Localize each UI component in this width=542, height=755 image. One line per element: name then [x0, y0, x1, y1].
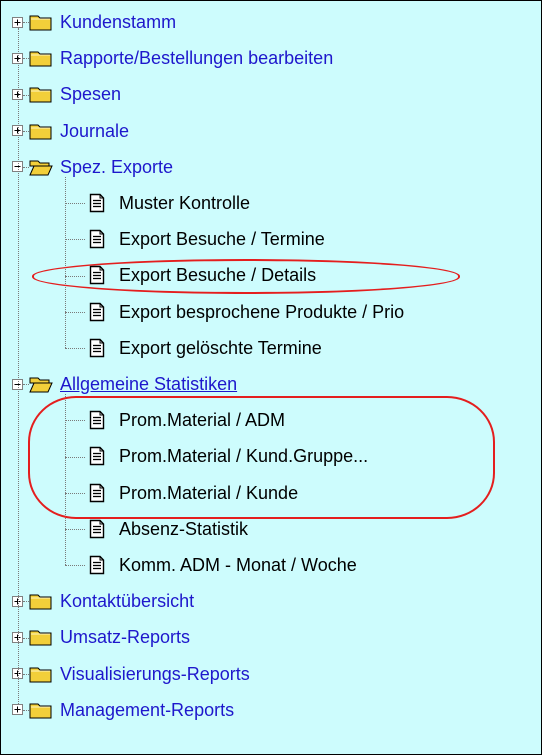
tree-connector-line — [65, 203, 85, 205]
tree-connector-line — [65, 347, 85, 349]
tree-connector-line — [65, 275, 85, 277]
tree-item-label: Prom.Material / Kund.Gruppe... — [119, 446, 369, 467]
document-icon — [89, 229, 105, 249]
plus-box-icon[interactable] — [12, 704, 23, 716]
tree-item-allgemeine-statistiken[interactable]: Allgemeine Statistiken — [12, 366, 237, 402]
tree-item-prom-adm[interactable]: Prom.Material / ADM — [89, 402, 285, 438]
document-icon — [89, 338, 105, 357]
folder-icon — [29, 87, 52, 103]
tree-item-muster-kontrolle[interactable]: Muster Kontrolle — [89, 185, 250, 221]
tree-item-label: Export Besuche / Details — [119, 265, 317, 286]
tree-item-export-geloeschte[interactable]: Export gelöschte Termine — [89, 330, 322, 366]
folder-icon — [29, 124, 52, 140]
folder-icon — [29, 594, 52, 610]
tree-item-label: Export besprochene Produkte / Prio — [119, 301, 405, 322]
tree-item-label: Komm. ADM - Monat / Woche — [119, 555, 357, 575]
document-icon — [89, 555, 105, 575]
folder-icon — [29, 51, 52, 67]
tree-item-umsatz[interactable]: Umsatz-Reports — [12, 619, 190, 655]
tree-connector-line — [23, 166, 29, 168]
tree-item-label: Rapporte/Bestellungen bearbeiten — [60, 48, 334, 69]
tree-item-export-besuche-termine[interactable]: Export Besuche / Termine — [89, 221, 325, 257]
tree-item-label: Journale — [60, 120, 130, 141]
tree-item-label: Kontaktübersicht — [60, 591, 195, 612]
document-icon — [89, 302, 105, 321]
tree-item-kundenstamm[interactable]: Kundenstamm — [12, 4, 176, 40]
tree-item-label: Spesen — [60, 84, 122, 105]
tree-item-komm-adm[interactable]: Komm. ADM - Monat / Woche — [89, 547, 357, 583]
tree-connector-line — [23, 22, 29, 24]
tree-item-label: Visualisierungs-Reports — [60, 663, 250, 684]
tree-item-label: Muster Kontrolle — [119, 193, 251, 213]
document-icon — [89, 266, 105, 285]
document-icon — [89, 483, 105, 502]
tree-item-label: Absenz-Statistik — [119, 518, 249, 539]
tree-connector-line — [65, 528, 85, 530]
tree-item-label: Umsatz-Reports — [60, 627, 191, 648]
folder-icon — [29, 703, 52, 719]
plus-box-icon[interactable] — [12, 16, 23, 28]
folder-open-icon — [29, 377, 53, 393]
tree-connector-line — [23, 673, 29, 675]
tree-item-rapporte[interactable]: Rapporte/Bestellungen bearbeiten — [12, 40, 333, 76]
document-icon — [89, 410, 105, 430]
tree-connector-line — [23, 601, 29, 603]
folder-icon — [29, 630, 52, 646]
tree-connector-line — [23, 384, 29, 386]
document-icon — [89, 519, 105, 538]
tree-item-label: Spez. Exporte — [60, 156, 174, 177]
tree-item-label: Export Besuche / Termine — [119, 229, 325, 250]
tree-item-label: Kundenstamm — [60, 12, 177, 32]
tree-item-journale[interactable]: Journale — [12, 113, 129, 149]
report-tree: Kundenstamm Rapporte/Bestellungen bearbei… — [1, 1, 541, 754]
tree-connector-line — [23, 637, 29, 639]
tree-connector-line — [23, 58, 29, 60]
tree-item-export-besuche-details[interactable]: Export Besuche / Details — [89, 257, 316, 293]
folder-open-icon — [29, 160, 53, 176]
tree-item-label: Allgemeine Statistiken — [60, 374, 238, 394]
tree-connector-line — [23, 94, 29, 96]
tree-connector-line — [65, 176, 66, 348]
tree-item-label: Export gelöschte Termine — [119, 337, 322, 358]
tree-panel: Kundenstamm Rapporte/Bestellungen bearbei… — [0, 0, 542, 755]
document-icon — [89, 193, 105, 213]
tree-connector-line — [23, 130, 29, 132]
tree-connector-line — [65, 492, 85, 494]
tree-item-spez-exporte[interactable]: Spez. Exporte — [12, 149, 173, 185]
tree-connector-line — [65, 420, 85, 422]
tree-item-management[interactable]: Management-Reports — [12, 692, 234, 728]
tree-item-visualisierung[interactable]: Visualisierungs-Reports — [12, 656, 250, 692]
folder-icon — [29, 667, 52, 683]
tree-connector-line — [65, 311, 85, 313]
tree-connector-line — [17, 28, 19, 704]
folder-icon — [29, 15, 52, 31]
tree-connector-line — [65, 565, 85, 567]
tree-item-label: Prom.Material / ADM — [119, 410, 286, 431]
tree-connector-line — [65, 394, 66, 566]
tree-item-prom-kunde[interactable]: Prom.Material / Kunde — [89, 475, 298, 511]
tree-item-export-besprochene[interactable]: Export besprochene Produkte / Prio — [89, 294, 404, 330]
tree-connector-line — [65, 456, 85, 458]
tree-item-kontakt[interactable]: Kontaktübersicht — [12, 583, 194, 619]
tree-item-prom-kund-gruppe[interactable]: Prom.Material / Kund.Gruppe... — [89, 438, 368, 474]
tree-item-absenz[interactable]: Absenz-Statistik — [89, 511, 248, 547]
tree-connector-line — [23, 709, 29, 711]
document-icon — [89, 447, 105, 466]
tree-item-label: Prom.Material / Kunde — [119, 482, 299, 503]
tree-item-label: Management-Reports — [60, 699, 235, 720]
tree-connector-line — [65, 239, 85, 241]
